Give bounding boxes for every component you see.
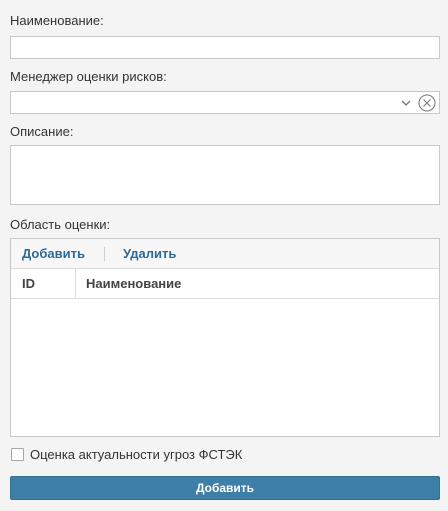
column-header-id[interactable]: ID — [11, 269, 76, 298]
grid-header: ID Наименование — [11, 269, 439, 299]
manager-combobox[interactable] — [10, 91, 440, 114]
grid-delete-button[interactable]: Удалить — [123, 246, 176, 261]
fstek-checkbox-row[interactable]: Оценка актуальности угроз ФСТЭК — [11, 447, 242, 462]
description-label: Описание: — [10, 124, 74, 139]
description-textarea[interactable] — [10, 145, 440, 205]
submit-button[interactable]: Добавить — [10, 476, 440, 500]
scope-label: Область оценки: — [10, 217, 111, 232]
name-label: Наименование: — [10, 13, 104, 28]
clear-circle-icon[interactable] — [417, 93, 437, 113]
column-header-name[interactable]: Наименование — [76, 269, 181, 298]
chevron-down-icon[interactable] — [399, 96, 413, 110]
grid-toolbar: Добавить Удалить — [11, 239, 439, 269]
toolbar-divider — [103, 246, 105, 261]
name-input[interactable] — [10, 36, 440, 59]
scope-grid: Добавить Удалить ID Наименование — [10, 238, 440, 437]
fstek-checkbox-label[interactable]: Оценка актуальности угроз ФСТЭК — [30, 447, 242, 462]
manager-label: Менеджер оценки рисков: — [10, 69, 167, 84]
fstek-checkbox[interactable] — [11, 448, 24, 461]
grid-add-button[interactable]: Добавить — [22, 246, 85, 261]
